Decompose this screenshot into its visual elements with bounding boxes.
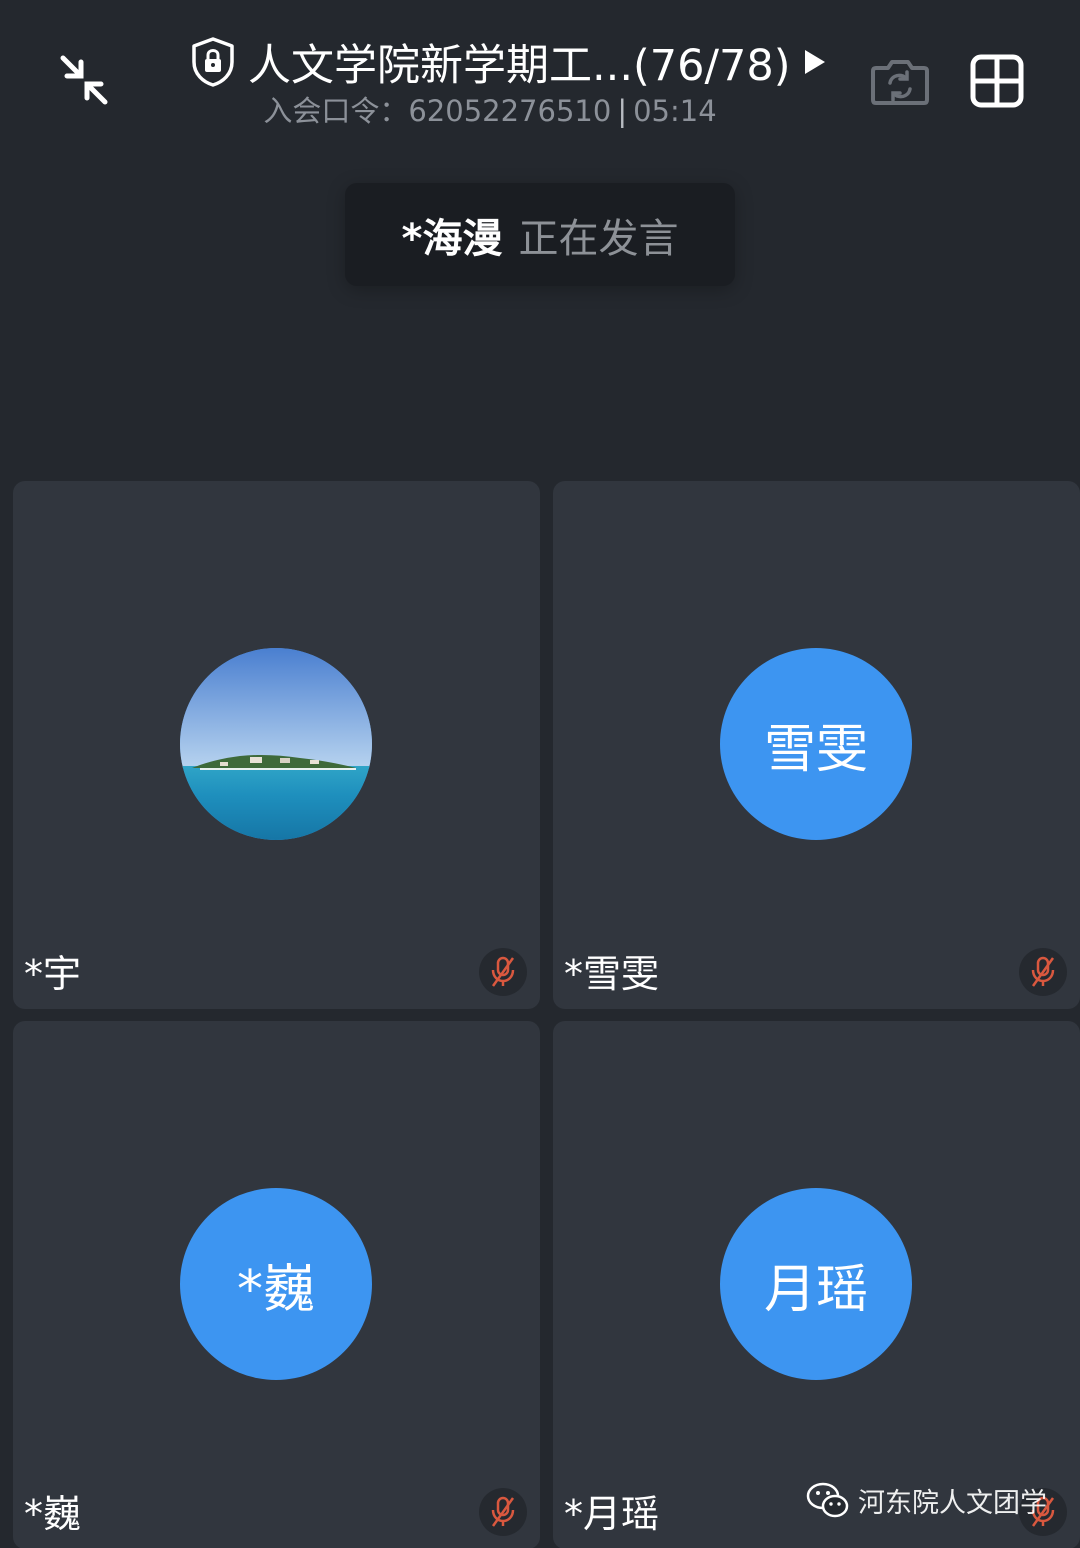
speaking-banner: *海漫 正在发言 xyxy=(345,183,735,286)
meeting-header: 人文学院新学期工...(76/78) 入会口令：62052276510 | 05:1… xyxy=(0,0,1080,150)
info-separator: | xyxy=(617,94,628,128)
camera-switch-icon xyxy=(871,60,929,105)
avatar: *巍 xyxy=(180,1188,372,1380)
camera-switch-button[interactable] xyxy=(866,52,934,110)
participant-tile[interactable]: *巍 *巍 xyxy=(13,1021,540,1548)
avatar: 月瑶 xyxy=(720,1188,912,1380)
title-row[interactable]: 人文学院新学期工...(76/78) xyxy=(190,30,828,94)
avatar-initials: *巍 xyxy=(236,1259,315,1320)
meeting-info: 入会口令：62052276510 | 05:14 xyxy=(0,88,980,130)
avatar xyxy=(180,648,372,840)
mic-muted-icon xyxy=(1031,956,1055,987)
mic-muted-button[interactable] xyxy=(1019,948,1067,996)
watermark-text: 河东院人文团学 xyxy=(858,1487,1047,1519)
participant-tile[interactable]: 月瑶 *月瑶 xyxy=(553,1021,1080,1548)
mic-muted-button[interactable] xyxy=(479,1488,527,1536)
participant-name: *巍 xyxy=(24,1492,82,1536)
elapsed-time: 05:14 xyxy=(633,94,717,128)
participant-tile[interactable]: *宇 xyxy=(13,481,540,1009)
join-code-label: 入会口令： xyxy=(263,94,409,128)
mic-muted-icon xyxy=(491,1496,515,1527)
meeting-screen: 人文学院新学期工...(76/78) 入会口令：62052276510 | 05:1… xyxy=(0,0,1080,1548)
participant-name: *宇 xyxy=(24,952,82,996)
participant-name: *雪雯 xyxy=(564,952,660,996)
mic-muted-button[interactable] xyxy=(479,948,527,996)
participant-tile[interactable]: 雪雯 *雪雯 xyxy=(553,481,1080,1009)
avatar: 雪雯 xyxy=(720,648,912,840)
avatar-initials: 雪雯 xyxy=(763,719,868,780)
avatar-initials: 月瑶 xyxy=(763,1259,868,1320)
grid-layout-icon xyxy=(970,54,1024,108)
participant-name: *月瑶 xyxy=(564,1492,660,1536)
layout-button[interactable] xyxy=(964,48,1030,114)
mic-muted-icon xyxy=(491,956,515,987)
wechat-icon xyxy=(806,1482,849,1518)
sea-island-photo xyxy=(180,648,372,840)
join-code: 62052276510 xyxy=(408,94,612,128)
active-speaker-name: *海漫 xyxy=(401,215,503,262)
play-triangle-icon xyxy=(805,50,826,74)
wechat-watermark: 河东院人文团学 xyxy=(806,1476,1047,1524)
speaking-status: 正在发言 xyxy=(518,215,679,262)
shield-lock-icon xyxy=(192,37,234,87)
meeting-title: 人文学院新学期工...(76/78) xyxy=(248,41,791,91)
